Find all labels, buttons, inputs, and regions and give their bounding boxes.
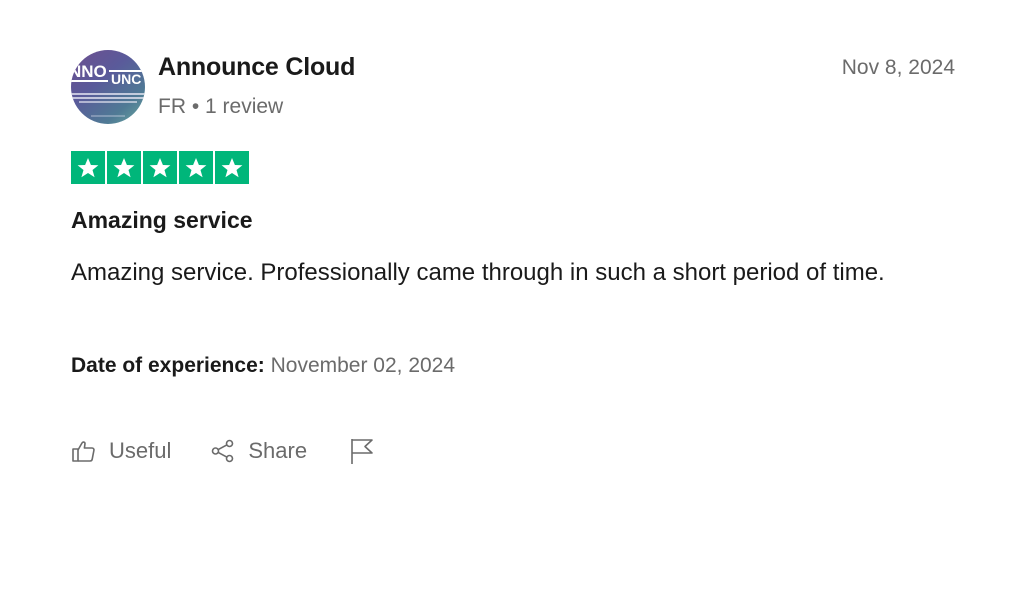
experience-date: November 02, 2024 — [270, 354, 456, 377]
review-header: NNO UNC Announce Cloud FR • 1 review Nov… — [71, 50, 955, 126]
thumbs-up-icon — [71, 438, 97, 464]
avatar[interactable]: NNO UNC — [71, 50, 145, 124]
date-of-experience: Date of experience: November 02, 2024 — [71, 354, 455, 378]
review-title: Amazing service — [71, 207, 253, 233]
experience-label: Date of experience: — [71, 354, 265, 377]
star-icon — [107, 151, 141, 184]
reviewer-meta: FR • 1 review — [158, 95, 284, 118]
share-button[interactable]: Share — [210, 438, 307, 464]
review-card: NNO UNC Announce Cloud FR • 1 review Nov… — [71, 50, 955, 464]
star-rating — [71, 151, 249, 184]
announce-cloud-logo-icon: NNO UNC — [71, 62, 145, 117]
useful-button[interactable]: Useful — [71, 438, 171, 464]
svg-text:NNO: NNO — [71, 62, 107, 81]
star-icon — [71, 151, 105, 184]
review-actions: Useful Share — [71, 435, 375, 467]
reviewer-name[interactable]: Announce Cloud — [158, 53, 355, 82]
useful-label: Useful — [109, 438, 172, 463]
star-icon — [215, 151, 249, 184]
share-label: Share — [248, 438, 308, 463]
share-icon — [210, 438, 236, 464]
svg-text:UNC: UNC — [111, 71, 141, 87]
review-body: Amazing service. Professionally came thr… — [71, 259, 885, 286]
report-button[interactable] — [349, 437, 375, 465]
flag-icon — [349, 437, 375, 465]
review-date: Nov 8, 2024 — [841, 56, 955, 79]
star-icon — [143, 151, 177, 184]
star-icon — [179, 151, 213, 184]
